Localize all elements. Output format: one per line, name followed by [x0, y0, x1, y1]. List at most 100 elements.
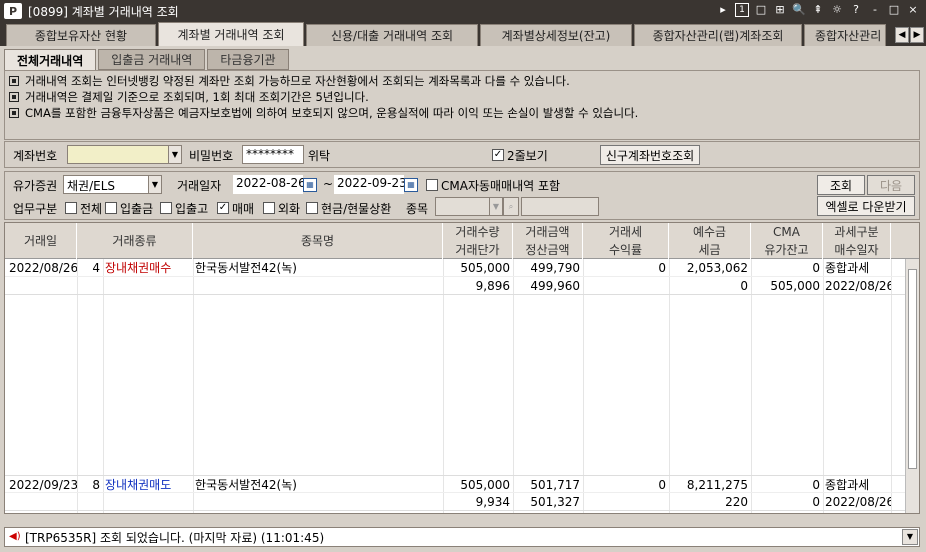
cell-security-balance: 505,000	[770, 279, 820, 293]
tab-account-transactions[interactable]: 계좌별 거래내역 조회	[158, 22, 304, 46]
notice-item: 거래내역 조회는 인터넷뱅킹 약정된 계좌만 조회 가능하므로 자산현황에서 조…	[9, 73, 915, 89]
screen-number-icon[interactable]: 1	[735, 3, 749, 17]
cell-deposit: 8,211,275	[686, 478, 748, 492]
account-row: 계좌번호 ▼ 비밀번호 ******** 위탁 ✓ 2줄보기 신구계좌번호조회	[4, 141, 920, 168]
notice-item: CMA를 포함한 금융투자상품은 예금자보호법에 의하여 보호되지 않으며, 운…	[9, 105, 699, 121]
table-row[interactable]: 9,934 501,327 220 0 2022/08/26	[5, 493, 905, 511]
header-cma: CMA	[751, 223, 823, 241]
work-transfer-label: 입출고	[175, 202, 209, 216]
password-label: 비밀번호	[189, 149, 234, 163]
status-dropdown-icon[interactable]: ▼	[902, 529, 918, 545]
query-button[interactable]: 조회	[817, 175, 865, 195]
tab-other-institutions[interactable]: 타금융기관	[207, 49, 289, 70]
cell-seq: 8	[92, 478, 100, 492]
cell-trade-type: 장내채권매도	[105, 478, 172, 492]
cell-seq: 4	[92, 261, 100, 275]
tab-scroll-right-icon[interactable]: ▶	[910, 27, 924, 43]
header-item-name: 종목명	[193, 223, 443, 259]
item-dropdown-icon[interactable]: ▼	[489, 197, 503, 216]
security-select[interactable]: 채권/ELS	[63, 175, 149, 194]
excel-download-button[interactable]: 엑셀로 다운받기	[817, 196, 915, 216]
cell-date: 2022/09/23	[9, 478, 77, 492]
double-view-checkbox[interactable]: ✓	[492, 149, 504, 161]
security-label: 유가증권	[13, 179, 58, 193]
new-account-lookup-button[interactable]: 신구계좌번호조회	[600, 145, 700, 165]
work-all-checkbox[interactable]	[65, 202, 77, 214]
help-icon[interactable]: ?	[849, 3, 863, 17]
cell-cma: 0	[812, 478, 820, 492]
account-number-field[interactable]	[67, 145, 169, 164]
item-code-field[interactable]	[435, 197, 493, 216]
transaction-grid: 거래일 거래종류 종목명 거래수량 거래금액 거래세 예수금 CMA 과세구분 …	[4, 222, 920, 514]
cell-amount: 499,790	[530, 261, 580, 275]
cell-tax: 220	[725, 495, 748, 509]
header-amount: 거래금액	[513, 223, 583, 241]
header-settle: 정산금액	[513, 241, 583, 259]
title-bar: P [0899] 계좌별 거래내역 조회 ▸ 1 □ ⊞ 🔍 ⇞ ☼ ? - □…	[0, 0, 926, 22]
work-type-label: 업무구분	[13, 202, 58, 216]
tab-deposit-withdrawal[interactable]: 입출금 거래내역	[98, 49, 206, 70]
work-trade-checkbox[interactable]: ✓	[217, 202, 229, 214]
scrollbar-thumb[interactable]	[908, 269, 917, 469]
cell-security-balance: 0	[812, 495, 820, 509]
cell-qty: 505,000	[460, 478, 510, 492]
date-separator: ~	[323, 177, 334, 191]
grid-vertical-scrollbar[interactable]	[905, 259, 919, 513]
cell-trade-type: 장내채권매수	[105, 261, 172, 275]
header-deposit: 예수금	[669, 223, 751, 241]
settings-icon[interactable]: ☼	[830, 3, 844, 17]
work-fx-checkbox[interactable]	[263, 202, 275, 214]
minimize-icon[interactable]: -	[868, 3, 882, 17]
cell-settle: 499,960	[530, 279, 580, 293]
cell-buy-date: 2022/08/26	[825, 279, 891, 293]
consign-label: 위탁	[308, 149, 331, 163]
tab-credit-loan[interactable]: 신용/대출 거래내역 조회	[306, 24, 478, 46]
close-icon[interactable]: ×	[906, 3, 920, 17]
header-tax-class: 과세구분	[823, 223, 891, 241]
next-button[interactable]: 다음	[867, 175, 915, 195]
date-to-field[interactable]: 2022-09-23	[334, 175, 404, 194]
menu-arrow-icon[interactable]: ▸	[716, 3, 730, 17]
work-cash-redeem-checkbox[interactable]	[306, 202, 318, 214]
cell-buy-date: 2022/08/26	[825, 495, 891, 509]
tab-scroll-left-icon[interactable]: ◀	[895, 27, 909, 43]
table-row[interactable]: 2022/08/26 4 장내채권매수 한국동서발전42(녹) 505,000 …	[5, 259, 905, 277]
calendar-icon[interactable]: ▦	[303, 178, 317, 192]
date-from-field[interactable]: 2022-08-26	[233, 175, 303, 194]
cell-settle: 501,327	[530, 495, 580, 509]
notice-item: 거래내역은 결제일 기준으로 조회되며, 1회 최대 조회기간은 5년입니다.	[9, 89, 915, 105]
cma-auto-checkbox[interactable]	[426, 179, 438, 191]
filter-panel: 유가증권 채권/ELS ▼ 거래일자 2022-08-26 ▦ ~ 2022-0…	[4, 171, 920, 220]
account-dropdown-icon[interactable]: ▼	[168, 145, 182, 164]
work-trade-label: 매매	[232, 202, 255, 216]
cell-qty: 505,000	[460, 261, 510, 275]
work-all-label: 전체	[80, 202, 103, 216]
zoom-icon[interactable]: 🔍	[792, 3, 806, 17]
cell-yield	[583, 277, 669, 295]
calendar-icon[interactable]: ▦	[404, 178, 418, 192]
work-cash-redeem-label: 현금/현물상환	[321, 202, 392, 216]
table-row[interactable]: 9,896 499,960 0 505,000 2022/08/26	[5, 277, 905, 295]
tab-account-detail[interactable]: 계좌별상세정보(잔고)	[480, 24, 632, 46]
pin-icon[interactable]: ⇞	[811, 3, 825, 17]
table-row[interactable]: 2022/09/23 8 장내채권매도 한국동서발전42(녹) 505,000 …	[5, 475, 905, 493]
security-dropdown-icon[interactable]: ▼	[148, 175, 162, 194]
header-trade-type: 거래종류	[77, 223, 193, 259]
tab-portfolio-status[interactable]: 종합보유자산 현황	[6, 24, 156, 46]
password-field[interactable]: ********	[242, 145, 304, 164]
search-icon[interactable]: ⌕	[503, 197, 519, 216]
cell-yield	[583, 493, 669, 511]
bullet-icon	[9, 76, 19, 86]
window-copy-icon[interactable]: □	[754, 3, 768, 17]
double-view-label: 2줄보기	[507, 149, 548, 163]
tab-all-transactions[interactable]: 전체거래내역	[4, 49, 97, 71]
cell-tax-class: 종합과세	[825, 261, 870, 275]
tab-asset-management[interactable]: 종합자산관리	[804, 24, 886, 46]
maximize-icon[interactable]: □	[887, 3, 901, 17]
speaker-icon: ◀)	[9, 531, 21, 542]
work-deposit-checkbox[interactable]	[105, 202, 117, 214]
layout-icon[interactable]: ⊞	[773, 3, 787, 17]
cell-tx-tax: 0	[658, 261, 666, 275]
tab-wrap-account[interactable]: 종합자산관리(랩)계좌조회	[634, 24, 802, 46]
work-transfer-checkbox[interactable]	[160, 202, 172, 214]
